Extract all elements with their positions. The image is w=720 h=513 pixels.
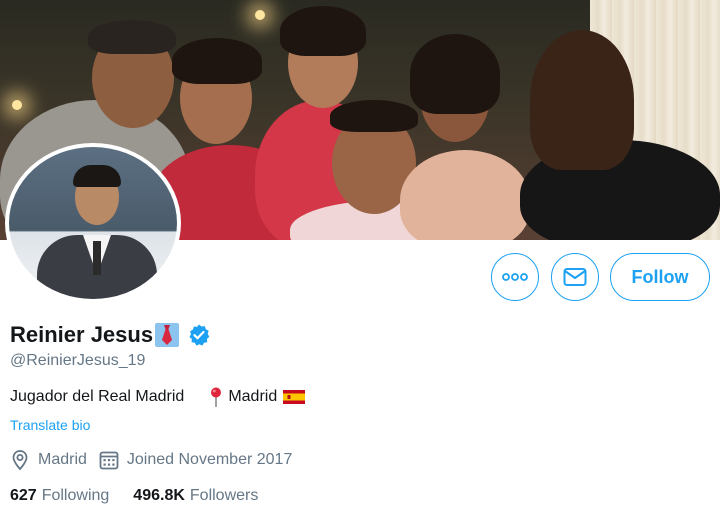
profile-location-text: Madrid <box>38 451 87 468</box>
banner-person-hair <box>280 6 366 56</box>
location-pin-icon <box>12 450 28 471</box>
profile-avatar[interactable] <box>5 143 181 303</box>
profile-name: Reinier Jesus <box>10 322 154 347</box>
round-pushpin-emoji <box>211 387 222 407</box>
following-link[interactable]: 627 Following <box>10 487 109 505</box>
profile-location: Madrid <box>10 449 87 471</box>
more-button[interactable] <box>491 253 539 301</box>
followers-label: Followers <box>189 487 259 504</box>
message-button[interactable] <box>551 253 599 301</box>
necktie-emoji <box>155 323 180 347</box>
banner-light <box>255 10 265 20</box>
more-icon <box>502 273 528 281</box>
banner-person-hair <box>88 20 176 54</box>
avatar-hair <box>73 165 121 187</box>
profile-handle: @ReinierJesus_19 <box>10 352 146 369</box>
follow-button[interactable]: Follow <box>610 253 710 301</box>
followers-count: 496.8K <box>133 487 185 504</box>
followers-link[interactable]: 496.8K Followers <box>133 487 258 505</box>
banner-light <box>12 100 22 110</box>
banner-person-hair <box>530 30 634 170</box>
translate-bio-link[interactable]: Translate bio <box>10 417 90 433</box>
avatar-tie <box>93 241 101 275</box>
profile-joined-text: Joined November 2017 <box>126 451 293 468</box>
envelope-icon <box>563 268 587 286</box>
bio-location: Madrid <box>228 388 278 405</box>
verified-badge-icon <box>189 324 210 346</box>
banner-person-hair <box>172 38 262 84</box>
following-label: Following <box>41 487 110 504</box>
profile-bio: Jugador del Real Madrid Madrid <box>10 386 306 408</box>
profile-joined: Joined November 2017 <box>99 450 292 470</box>
calendar-icon <box>99 451 119 470</box>
profile-stats: 627 Following 496.8K Followers <box>10 485 282 507</box>
following-count: 627 <box>10 487 37 504</box>
spain-flag-emoji <box>283 390 306 404</box>
profile-meta: Madrid Joined November 2017 <box>10 449 304 471</box>
banner-person-hair <box>410 34 500 114</box>
banner-person-hair <box>330 100 418 132</box>
bio-text: Jugador del Real Madrid <box>10 388 185 405</box>
banner-person <box>400 150 530 240</box>
profile-name-row: Reinier Jesus <box>10 320 211 350</box>
